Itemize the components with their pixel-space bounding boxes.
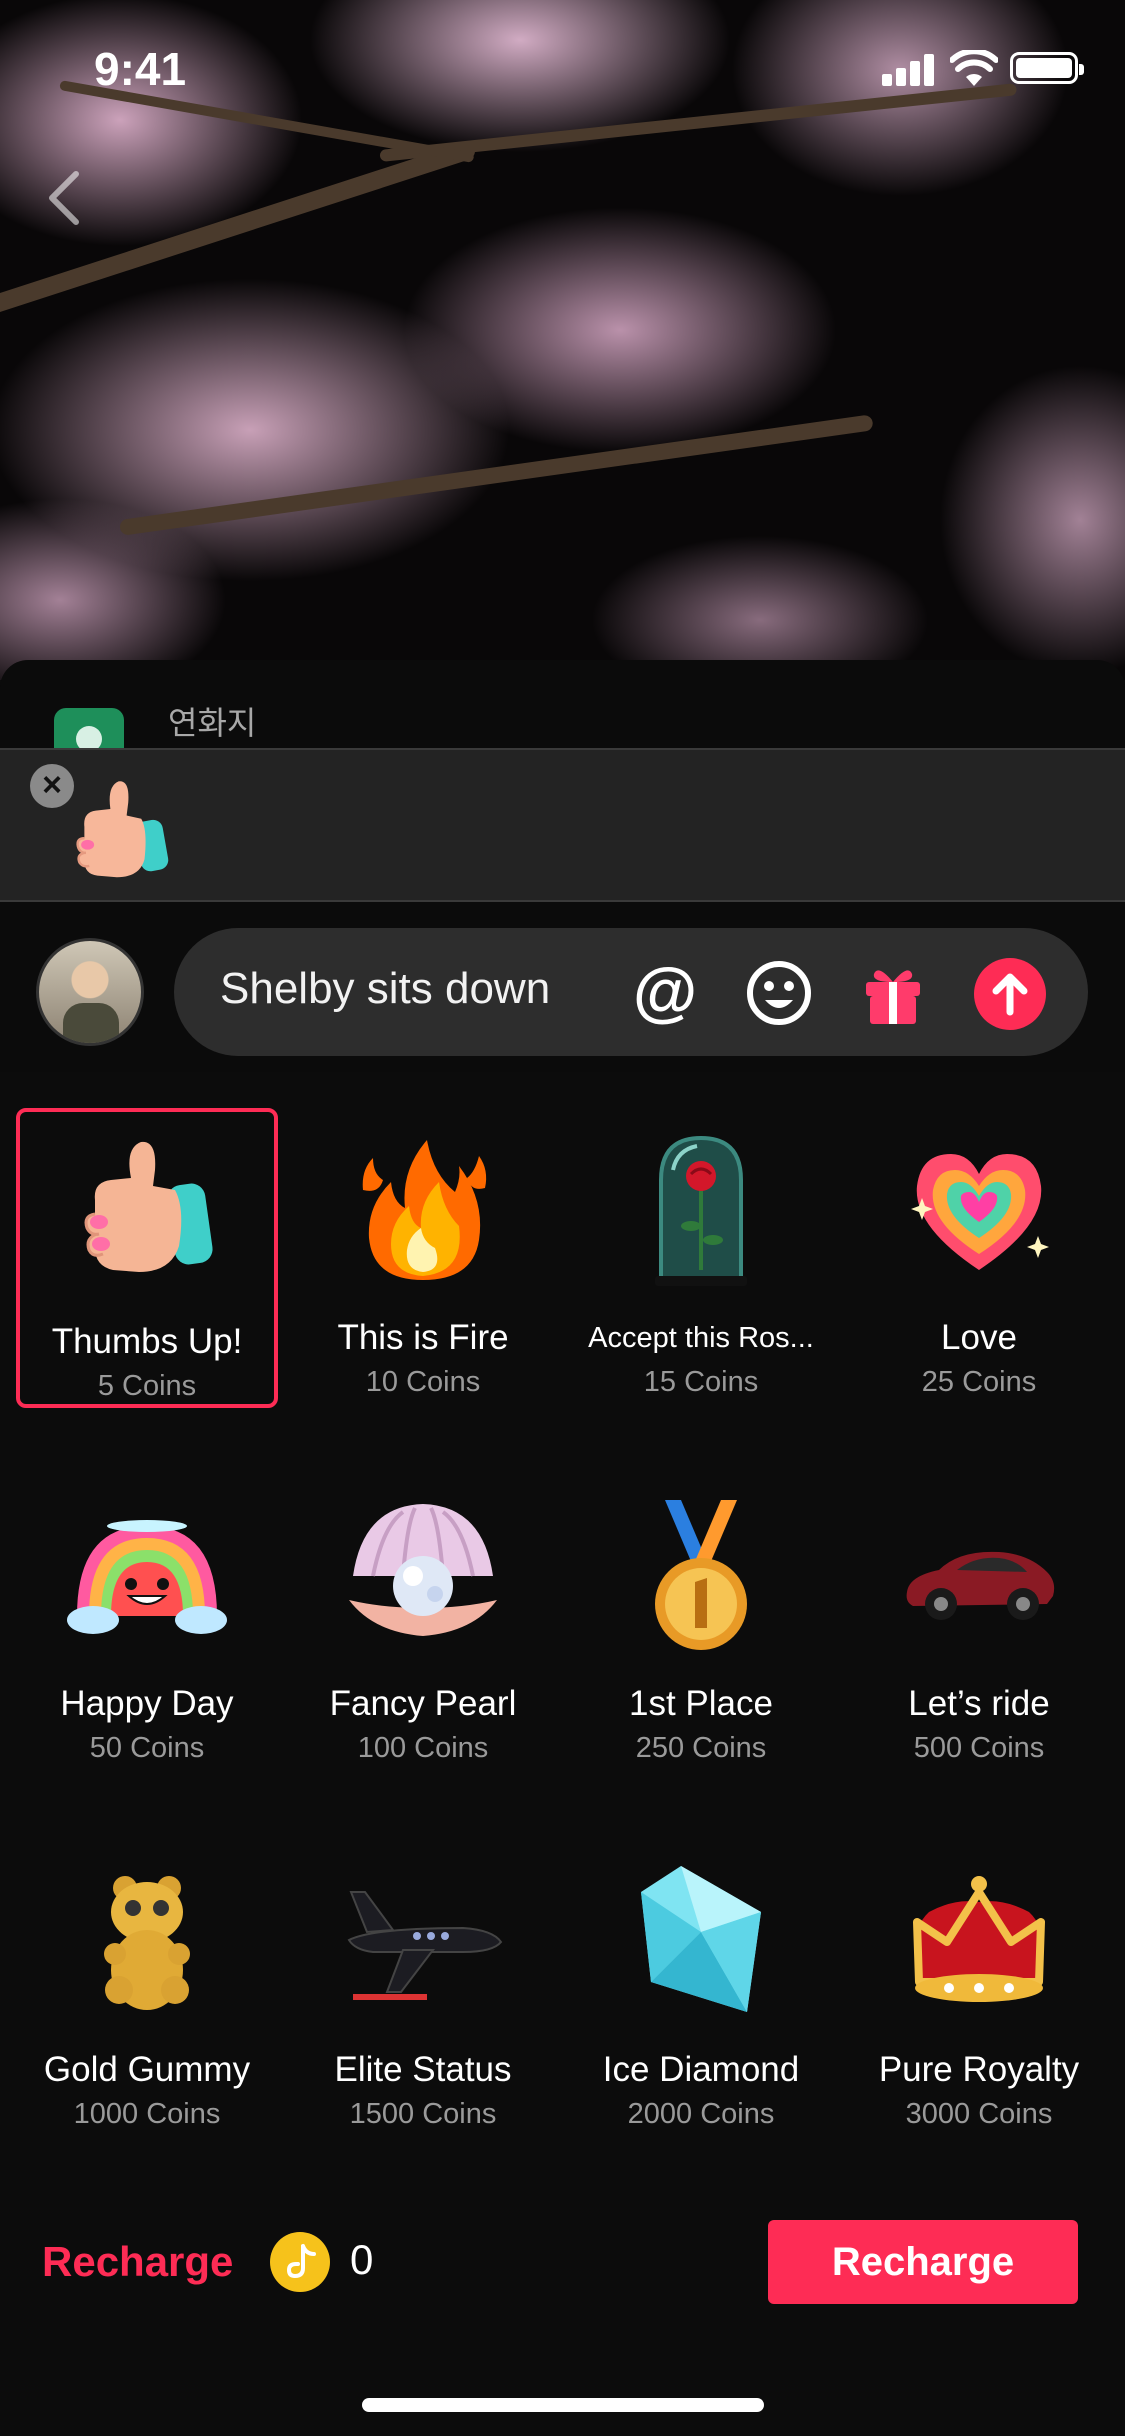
gift-this-is-fire[interactable]: This is Fire 10 Coins [292, 1108, 554, 1408]
gift-accept-this-rose[interactable]: Accept this Ros... 15 Coins [570, 1108, 832, 1408]
gift-thumbs-up[interactable]: Thumbs Up! 5 Coins [16, 1108, 278, 1408]
gift-price: 5 Coins [97, 1370, 197, 1402]
heart-icon [911, 1154, 1049, 1270]
comment-input[interactable]: Shelby sits down @ [174, 928, 1088, 1056]
gift-fancy-pearl[interactable]: Fancy Pearl 100 Coins [292, 1474, 554, 1774]
coin-icon [270, 2232, 330, 2292]
cellular-signal-icon [882, 52, 936, 86]
gift-name: 1st Place [629, 1684, 773, 1723]
crown-icon [913, 1876, 1045, 2002]
gift-price: 3000 Coins [905, 2098, 1053, 2130]
gummy-bear-icon [104, 1876, 190, 2010]
gift-panel-footer: Recharge 0 Recharge [0, 2200, 1125, 2436]
gift-ice-diamond[interactable]: Ice Diamond 2000 Coins [570, 1840, 832, 2140]
gift-icon[interactable] [858, 958, 928, 1028]
thumbs-up-icon [84, 1141, 213, 1272]
jet-icon [347, 1891, 503, 2000]
gift-happy-day[interactable]: Happy Day 50 Coins [16, 1474, 278, 1774]
gift-price: 1500 Coins [349, 2098, 497, 2130]
gift-price: 25 Coins [921, 1366, 1037, 1398]
gift-price: 100 Coins [357, 1732, 489, 1764]
gift-name: Let’s ride [908, 1684, 1050, 1723]
battery-icon [1010, 52, 1084, 84]
gift-gold-gummy[interactable]: Gold Gummy 1000 Coins [16, 1840, 278, 2140]
gift-elite-status[interactable]: Elite Status 1500 Coins [292, 1840, 554, 2140]
gift-price: 10 Coins [365, 1366, 481, 1398]
status-time: 9:41 [94, 43, 187, 95]
gift-name: Elite Status [334, 2050, 512, 2089]
wifi-icon [950, 50, 998, 86]
gift-name: Fancy Pearl [329, 1684, 517, 1723]
medal-icon [655, 1500, 747, 1650]
comment-input-text: Shelby sits down [220, 964, 551, 1013]
gift-lets-ride[interactable]: Let’s ride 500 Coins [848, 1474, 1110, 1774]
gift-love[interactable]: Love 25 Coins [848, 1108, 1110, 1408]
emoji-icon[interactable] [744, 958, 814, 1028]
gift-name: Pure Royalty [878, 2050, 1080, 2089]
car-icon [906, 1551, 1055, 1620]
gift-price: 250 Coins [635, 1732, 767, 1764]
gift-name: Accept this Ros... [588, 1322, 814, 1354]
gift-name: Happy Day [60, 1684, 234, 1723]
rainbow-icon [67, 1520, 227, 1634]
gift-name: Gold Gummy [43, 2050, 251, 2089]
gift-price: 50 Coins [89, 1732, 205, 1764]
rose-dome-icon [655, 1135, 747, 1286]
coin-balance: 0 [350, 2236, 374, 2283]
gift-pure-royalty[interactable]: Pure Royalty 3000 Coins [848, 1840, 1110, 2140]
diamond-icon [641, 1866, 761, 2012]
fire-icon [362, 1140, 487, 1280]
thumbs-up-icon [76, 781, 169, 878]
home-indicator [362, 2398, 764, 2412]
gift-name: Thumbs Up! [51, 1322, 243, 1361]
send-arrow-icon[interactable] [974, 958, 1046, 1030]
recharge-link[interactable]: Recharge [42, 2238, 233, 2286]
selected-gift-tray: × [0, 748, 1125, 902]
composer-row: Shelby sits down @ [0, 902, 1125, 1072]
status-bar: 9:41 [0, 0, 1125, 140]
pearl-icon [349, 1504, 497, 1636]
gift-name: This is Fire [337, 1318, 509, 1357]
mention-icon[interactable]: @ [630, 958, 700, 1028]
remove-gift-button[interactable]: × [30, 764, 74, 808]
gift-price: 2000 Coins [627, 2098, 775, 2130]
gift-name: Love [941, 1318, 1017, 1357]
gift-name: Ice Diamond [602, 2050, 800, 2089]
recharge-button[interactable]: Recharge [768, 2220, 1078, 2304]
comment-avatar [54, 708, 124, 750]
comment-username: 연화지 [168, 705, 257, 741]
back-chevron-icon[interactable] [40, 168, 92, 228]
gift-price: 500 Coins [913, 1732, 1045, 1764]
user-avatar[interactable] [36, 938, 144, 1046]
gift-price: 15 Coins [643, 1366, 759, 1398]
gift-1st-place[interactable]: 1st Place 250 Coins [570, 1474, 832, 1774]
gift-price: 1000 Coins [73, 2098, 221, 2130]
comment-preview: 연화지 [0, 660, 1125, 750]
